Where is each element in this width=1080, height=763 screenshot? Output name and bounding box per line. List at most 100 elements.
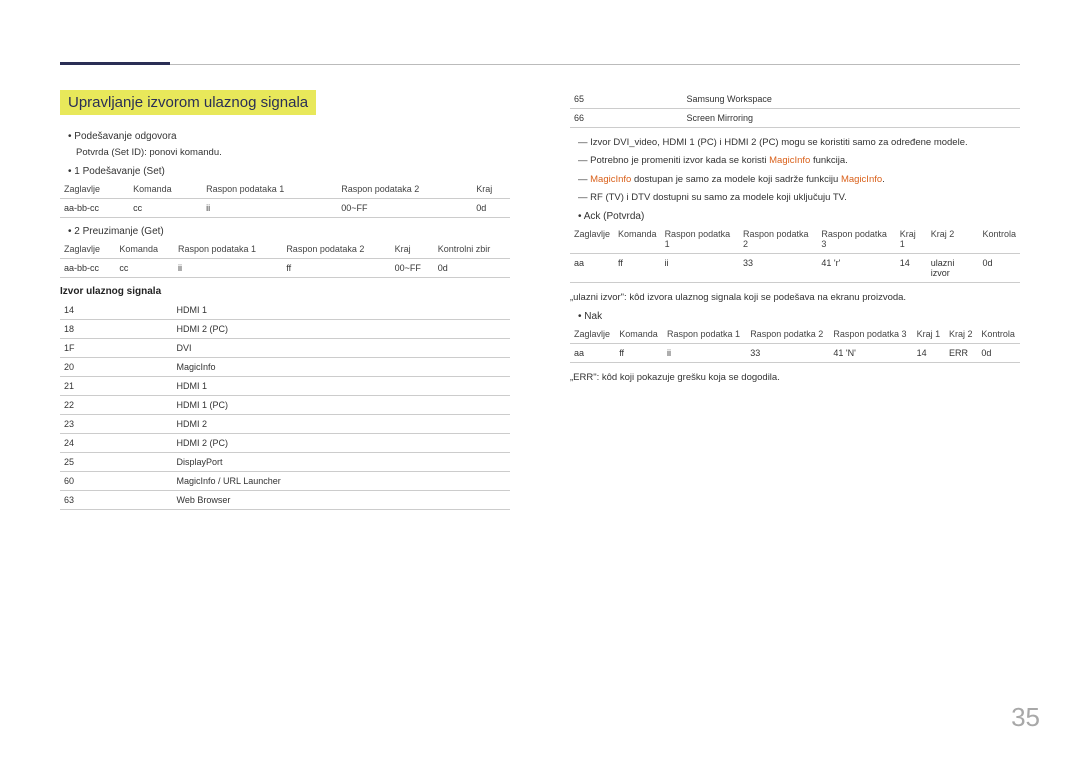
td: aa xyxy=(570,344,615,363)
th: Zaglavlje xyxy=(570,225,614,254)
td: aa-bb-cc xyxy=(60,259,115,278)
td-code: 1F xyxy=(60,339,173,358)
table-row: 18HDMI 2 (PC) xyxy=(60,320,510,339)
td-code: 25 xyxy=(60,453,173,472)
td: ii xyxy=(202,199,337,218)
th: Kraj 1 xyxy=(913,325,945,344)
table-set: Zaglavlje Komanda Raspon podataka 1 Rasp… xyxy=(60,180,510,218)
td-label: MagicInfo xyxy=(173,358,511,377)
table-row: aa ff ii 33 41 'N' 14 ERR 0d xyxy=(570,344,1020,363)
td-label: MagicInfo / URL Launcher xyxy=(173,472,511,491)
td: ff xyxy=(614,254,661,283)
td: 14 xyxy=(913,344,945,363)
td: 00~FF xyxy=(391,259,434,278)
td-code: 23 xyxy=(60,415,173,434)
th: Komanda xyxy=(615,325,663,344)
td-label: HDMI 1 xyxy=(173,301,511,320)
table-row: 22HDMI 1 (PC) xyxy=(60,396,510,415)
bullet-set: 1 Podešavanje (Set) xyxy=(68,166,510,177)
th: Kraj 2 xyxy=(945,325,977,344)
th: Zaglavlje xyxy=(570,325,615,344)
td-code: 21 xyxy=(60,377,173,396)
bullet-confirm: Potvrda (Set ID): ponovi komandu. xyxy=(76,146,510,160)
td: 14 xyxy=(896,254,927,283)
th: Kraj xyxy=(472,180,510,199)
td: 0d xyxy=(434,259,510,278)
th: Raspon podatka 2 xyxy=(739,225,817,254)
td-label: HDMI 2 (PC) xyxy=(173,434,511,453)
bullet-function: Podešavanje odgovora xyxy=(68,131,510,142)
td: 0d xyxy=(472,199,510,218)
table-row: 63Web Browser xyxy=(60,491,510,510)
td-label: HDMI 1 xyxy=(173,377,511,396)
dash-icon: ― xyxy=(578,174,590,185)
td: ff xyxy=(282,259,390,278)
td-label: HDMI 2 xyxy=(173,415,511,434)
table-ack: Zaglavlje Komanda Raspon podatka 1 Raspo… xyxy=(570,225,1020,283)
td-label: Web Browser xyxy=(173,491,511,510)
td: ii xyxy=(663,344,746,363)
th: Kontrola xyxy=(978,225,1020,254)
note-mid: „ulazni izvor": kôd izvora ulaznog signa… xyxy=(570,291,1020,305)
th: Kontrolni zbir xyxy=(434,240,510,259)
table-row: Zaglavlje Komanda Raspon podataka 1 Rasp… xyxy=(60,180,510,199)
table-row: Zaglavlje Komanda Raspon podatka 1 Raspo… xyxy=(570,325,1020,344)
notes-block: ― Izvor DVI_video, HDMI 1 (PC) i HDMI 2 … xyxy=(570,136,1020,205)
th: Raspon podataka 1 xyxy=(202,180,337,199)
list-heading: Izvor ulaznog signala xyxy=(60,286,510,297)
table-row: aa ff ii 33 41 'r' 14 ulazni izvor 0d xyxy=(570,254,1020,283)
th: Kraj 2 xyxy=(927,225,979,254)
td-code: 14 xyxy=(60,301,173,320)
td-code: 24 xyxy=(60,434,173,453)
td-label: HDMI 2 (PC) xyxy=(173,320,511,339)
td-code: 22 xyxy=(60,396,173,415)
th: Raspon podatka 3 xyxy=(817,225,895,254)
th: Komanda xyxy=(614,225,661,254)
section-title-highlight: Upravljanje izvorom ulaznog signala xyxy=(60,90,316,115)
bullet-nak: • Nak xyxy=(578,311,1020,322)
th: Zaglavlje xyxy=(60,180,129,199)
td: ERR xyxy=(945,344,977,363)
td-label: DVI xyxy=(173,339,511,358)
td-code: 18 xyxy=(60,320,173,339)
td: 41 'r' xyxy=(817,254,895,283)
table-row: 21HDMI 1 xyxy=(60,377,510,396)
td: 0d xyxy=(977,344,1020,363)
table-get: Zaglavlje Komanda Raspon podataka 1 Rasp… xyxy=(60,240,510,278)
td: aa-bb-cc xyxy=(60,199,129,218)
td: cc xyxy=(129,199,202,218)
table-input-sources-cont: 65Samsung Workspace66Screen Mirroring xyxy=(570,90,1020,128)
table-row: Zaglavlje Komanda Raspon podataka 1 Rasp… xyxy=(60,240,510,259)
th: Komanda xyxy=(115,240,174,259)
th: Raspon podatka 3 xyxy=(829,325,912,344)
th: Raspon podatka 1 xyxy=(661,225,739,254)
table-row: 25DisplayPort xyxy=(60,453,510,472)
table-input-sources: 14HDMI 118HDMI 2 (PC)1FDVI20MagicInfo21H… xyxy=(60,301,510,510)
table-row: 23HDMI 2 xyxy=(60,415,510,434)
highlight-magicinfo: MagicInfo xyxy=(769,155,810,166)
dash-icon: ― xyxy=(578,192,590,203)
td: 0d xyxy=(978,254,1020,283)
td-code: 20 xyxy=(60,358,173,377)
td: ulazni izvor xyxy=(927,254,979,283)
highlight-magicinfo: MagicInfo xyxy=(590,174,631,185)
left-column: Upravljanje izvorom ulaznog signala Pode… xyxy=(60,90,510,518)
td: cc xyxy=(115,259,174,278)
th: Raspon podataka 1 xyxy=(174,240,282,259)
table-row: 60MagicInfo / URL Launcher xyxy=(60,472,510,491)
th: Raspon podataka 2 xyxy=(337,180,472,199)
th: Zaglavlje xyxy=(60,240,115,259)
th: Komanda xyxy=(129,180,202,199)
two-column-layout: Upravljanje izvorom ulaznog signala Pode… xyxy=(60,90,1020,518)
td-code: 66 xyxy=(570,109,683,128)
th: Kontrola xyxy=(977,325,1020,344)
td: aa xyxy=(570,254,614,283)
note-line: ― Potrebno je promeniti izvor kada se ko… xyxy=(578,154,1020,168)
dash-icon: ― xyxy=(578,137,590,148)
table-row: 66Screen Mirroring xyxy=(570,109,1020,128)
th: Raspon podatka 1 xyxy=(663,325,746,344)
top-accent-bar xyxy=(60,62,170,65)
bullet-get: 2 Preuzimanje (Get) xyxy=(68,226,510,237)
page-number: 35 xyxy=(1011,702,1040,733)
table-row: 20MagicInfo xyxy=(60,358,510,377)
